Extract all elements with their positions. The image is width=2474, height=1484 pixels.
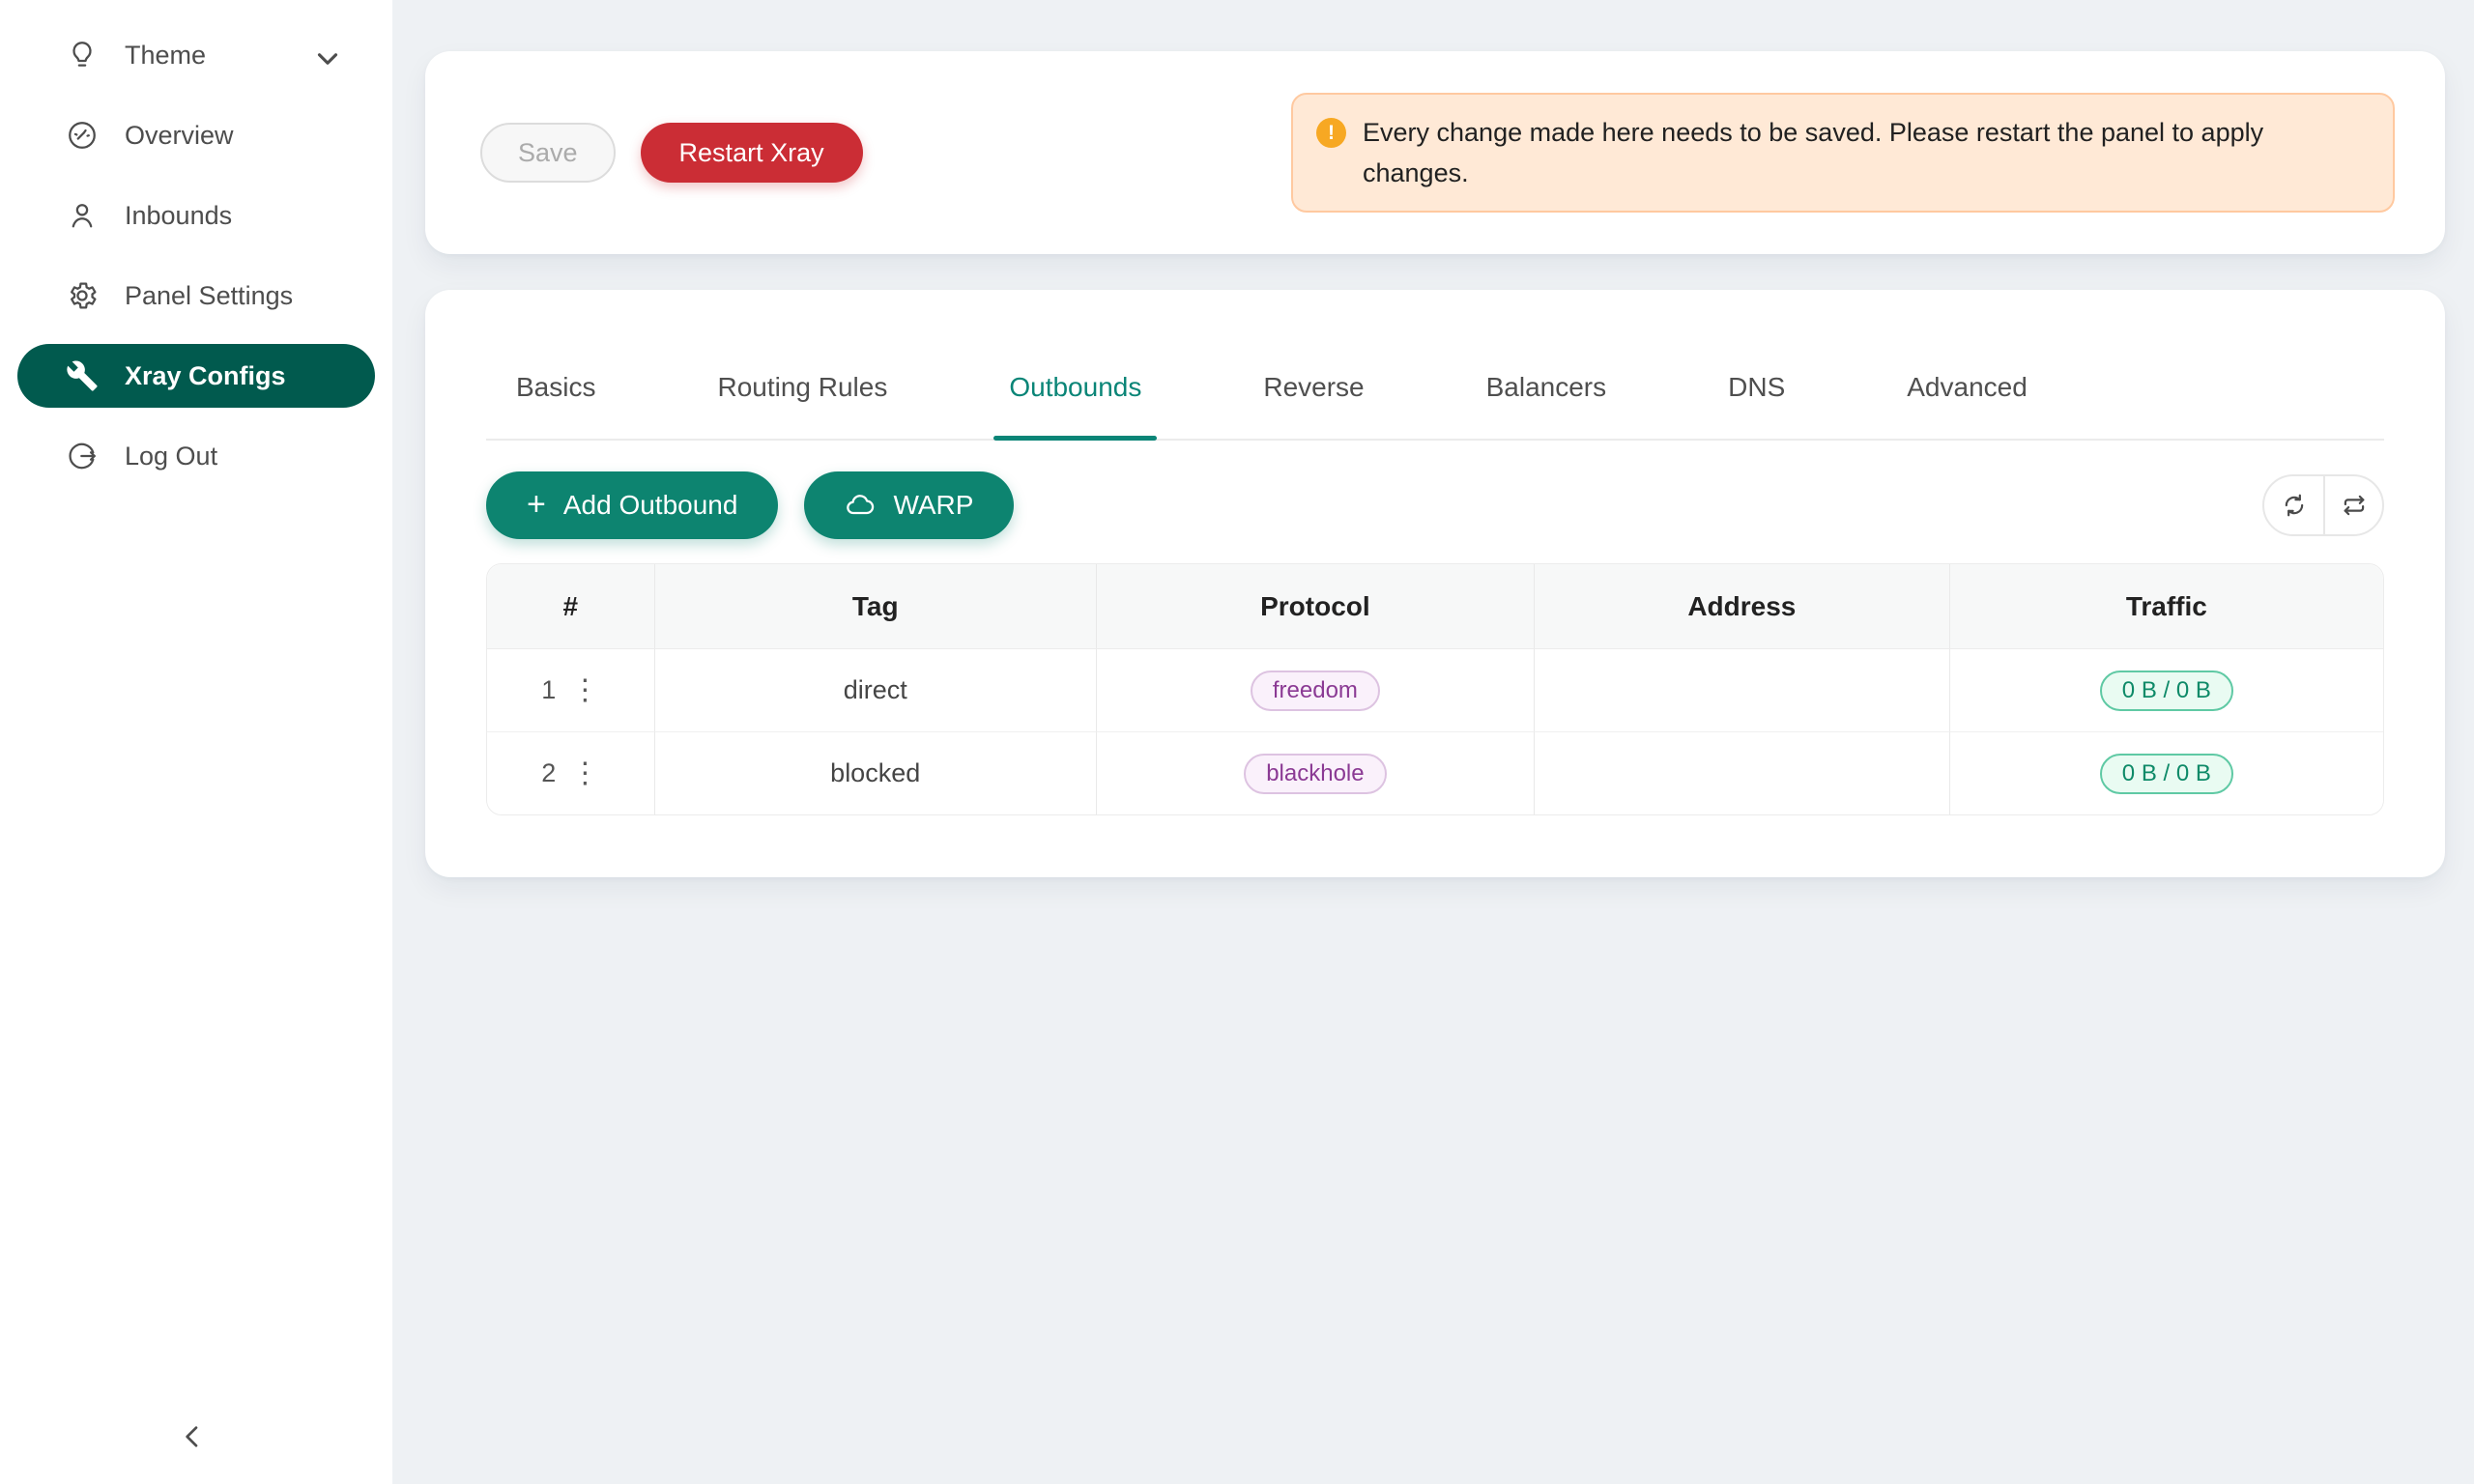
tab-dns[interactable]: DNS <box>1728 371 1785 439</box>
xray-config-card: Basics Routing Rules Outbounds Reverse B… <box>425 290 2445 877</box>
column-header-address: Address <box>1534 564 1949 649</box>
add-outbound-button[interactable]: + Add Outbound <box>486 471 778 539</box>
table-row: 2 ⋮ blocked blackhole 0 B / 0 B <box>487 732 2383 814</box>
sidebar-item-label: Log Out <box>125 442 217 471</box>
tab-advanced[interactable]: Advanced <box>1907 371 2028 439</box>
warning-icon: ! <box>1316 118 1346 148</box>
column-header-protocol: Protocol <box>1096 564 1534 649</box>
bulb-icon <box>66 39 99 71</box>
sidebar-collapse-button[interactable] <box>172 1416 213 1457</box>
plus-icon: + <box>527 488 546 521</box>
logout-icon <box>66 440 99 472</box>
tag-cell: blocked <box>654 732 1096 814</box>
address-cell <box>1534 649 1949 732</box>
sidebar-item-label: Overview <box>125 121 234 151</box>
outbounds-actions: + Add Outbound WARP <box>486 471 2384 539</box>
warp-button[interactable]: WARP <box>804 471 1014 539</box>
sidebar-item-theme[interactable]: Theme <box>17 23 375 87</box>
wrench-icon <box>66 359 99 392</box>
repeat-button[interactable] <box>2323 476 2382 534</box>
table-row: 1 ⋮ direct freedom 0 B / 0 B <box>487 649 2383 732</box>
refresh-button[interactable] <box>2264 476 2323 534</box>
main-content: Save Restart Xray ! Every change made he… <box>392 0 2474 1484</box>
outbounds-table: # Tag Protocol Address Traffic 1 ⋮ <box>486 563 2384 815</box>
gauge-icon <box>66 119 99 152</box>
sidebar-item-overview[interactable]: Overview <box>17 103 375 167</box>
toolbar-card: Save Restart Xray ! Every change made he… <box>425 51 2445 254</box>
traffic-badge: 0 B / 0 B <box>2100 754 2233 794</box>
row-index: 2 <box>541 758 556 788</box>
row-index: 1 <box>541 675 556 705</box>
refresh-icon <box>2281 492 2308 519</box>
row-menu-icon[interactable]: ⋮ <box>570 676 599 705</box>
warning-alert-text: Every change made here needs to be saved… <box>1363 112 2364 193</box>
sidebar-item-log-out[interactable]: Log Out <box>17 424 375 488</box>
tab-outbounds[interactable]: Outbounds <box>1009 371 1141 439</box>
app: Theme Overview <box>0 0 2474 1484</box>
person-icon <box>66 199 99 232</box>
column-header-index: # <box>487 564 654 649</box>
column-header-traffic: Traffic <box>1949 564 2383 649</box>
tab-balancers[interactable]: Balancers <box>1486 371 1607 439</box>
sidebar-item-label: Panel Settings <box>125 281 293 311</box>
sidebar-item-label: Xray Configs <box>125 361 286 391</box>
table-tools <box>2262 474 2384 536</box>
row-menu-icon[interactable]: ⋮ <box>570 759 599 788</box>
tab-basics[interactable]: Basics <box>516 371 595 439</box>
protocol-badge: freedom <box>1251 671 1380 711</box>
restart-xray-button[interactable]: Restart Xray <box>641 123 863 183</box>
chevron-down-icon <box>311 43 336 68</box>
repeat-icon <box>2341 492 2368 519</box>
sidebar-menu: Theme Overview <box>0 0 392 488</box>
warp-label: WARP <box>893 490 973 521</box>
tag-cell: direct <box>654 649 1096 732</box>
save-button[interactable]: Save <box>480 123 616 183</box>
protocol-badge: blackhole <box>1244 754 1386 794</box>
chevron-left-icon <box>177 1421 208 1452</box>
sidebar-item-label: Theme <box>125 41 206 71</box>
sidebar: Theme Overview <box>0 0 392 1484</box>
config-tabs: Basics Routing Rules Outbounds Reverse B… <box>486 290 2384 441</box>
traffic-badge: 0 B / 0 B <box>2100 671 2233 711</box>
tab-reverse[interactable]: Reverse <box>1263 371 1364 439</box>
table-header-row: # Tag Protocol Address Traffic <box>487 564 2383 649</box>
add-outbound-label: Add Outbound <box>563 490 738 521</box>
sidebar-item-panel-settings[interactable]: Panel Settings <box>17 264 375 328</box>
warning-alert: ! Every change made here needs to be sav… <box>1291 93 2395 213</box>
sidebar-item-inbounds[interactable]: Inbounds <box>17 184 375 247</box>
column-header-tag: Tag <box>654 564 1096 649</box>
cloud-icon <box>845 490 876 521</box>
gear-icon <box>66 279 99 312</box>
sidebar-item-label: Inbounds <box>125 201 232 231</box>
tab-routing-rules[interactable]: Routing Rules <box>717 371 887 439</box>
sidebar-item-xray-configs[interactable]: Xray Configs <box>17 344 375 408</box>
address-cell <box>1534 732 1949 814</box>
